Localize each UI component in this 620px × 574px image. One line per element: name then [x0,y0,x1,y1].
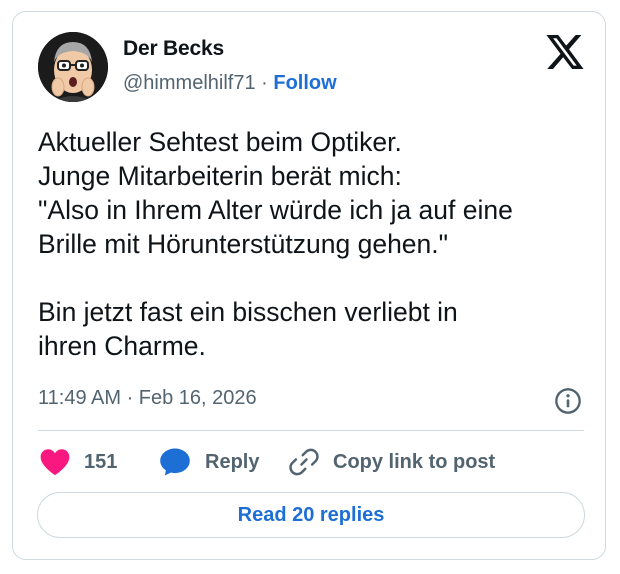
tweet-line: "Also in Ihrem Alter würde ich ja auf ei… [38,195,513,225]
like-count: 151 [84,450,118,473]
author-handle-line: @himmelhilf71 · Follow [123,72,337,95]
tweet-timestamp[interactable]: 11:49 AM · Feb 16, 2026 [38,387,257,410]
speech-bubble-icon [160,448,190,476]
memoji-avatar-image [38,32,108,102]
avatar[interactable] [38,32,108,102]
info-icon[interactable] [554,387,582,415]
tweet-line: ihren Charme. [38,331,206,361]
tweet-body: Aktueller Sehtest beim Optiker. Junge Mi… [38,125,593,363]
follow-button[interactable]: Follow [273,72,336,94]
author-display-name[interactable]: Der Becks [123,37,224,61]
read-replies-button[interactable]: Read 20 replies [37,492,585,538]
reply-button[interactable]: Reply [159,447,259,477]
copy-link-label: Copy link to post [333,450,496,473]
tweet-line: Brille mit Hörunterstützung gehen." [38,229,449,259]
author-handle[interactable]: @himmelhilf71 [123,72,256,94]
tweet-card: Der Becks @himmelhilf71 · Follow Aktuell… [12,11,606,560]
x-logo-icon[interactable] [545,35,585,69]
like-button[interactable]: 151 [40,447,117,477]
tweet-line: Aktueller Sehtest beim Optiker. [38,127,402,157]
link-icon [289,448,319,476]
separator-dot: · [261,72,268,94]
reply-label: Reply [205,450,260,473]
read-replies-label: Read 20 replies [237,503,385,526]
copy-link-button[interactable]: Copy link to post [289,447,495,477]
heart-icon [40,449,70,476]
divider [38,430,584,431]
tweet-line: Bin jetzt fast ein bisschen verliebt in [38,297,458,327]
tweet-line: Junge Mitarbeiterin berät mich: [38,161,402,191]
